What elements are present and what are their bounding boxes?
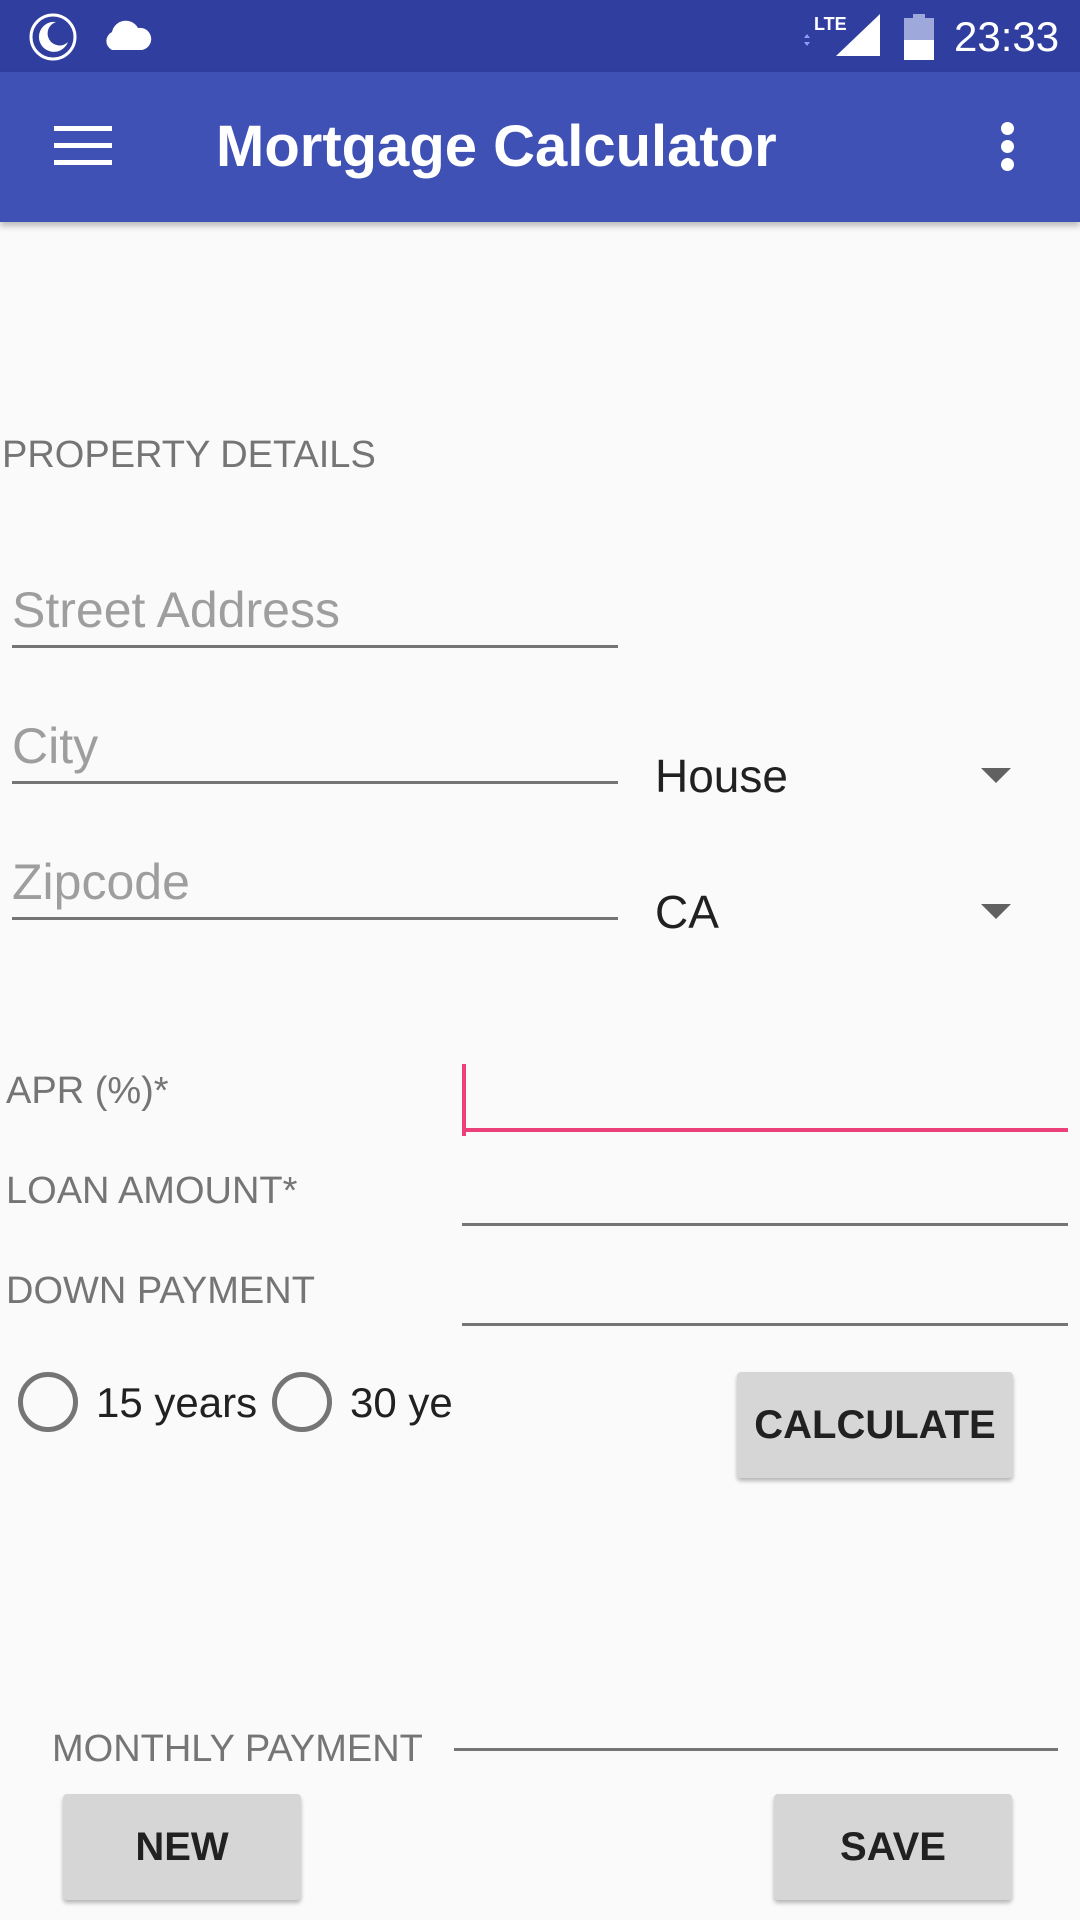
text-cursor (462, 1064, 466, 1136)
apr-input[interactable] (468, 1068, 1050, 1122)
radio-30-years-label: 30 ye (350, 1379, 453, 1426)
down-payment-input[interactable] (468, 1263, 1050, 1317)
more-vert-icon[interactable] (994, 116, 1022, 176)
apr-label: APR (%)* (6, 1070, 169, 1112)
street-address-field (12, 566, 618, 648)
radio-15-years[interactable]: 15 years (18, 1370, 258, 1434)
menu-icon[interactable] (54, 118, 112, 174)
loan-amount-label: LOAN AMOUNT* (6, 1170, 298, 1212)
new-button[interactable]: NEW (63, 1794, 301, 1900)
monthly-payment-label: MONTHLY PAYMENT (52, 1728, 423, 1770)
app-bar: Mortgage Calculator (0, 72, 1080, 222)
down-payment-field (462, 1256, 1068, 1326)
save-button[interactable]: SAVE (774, 1794, 1012, 1900)
city-input[interactable] (12, 717, 618, 775)
dropdown-arrow-icon (981, 768, 1011, 783)
radio-circle (18, 1372, 78, 1432)
loan-amount-field (462, 1156, 1068, 1226)
loan-amount-input[interactable] (468, 1163, 1050, 1217)
apr-field (462, 1060, 1068, 1136)
calculate-button[interactable]: CALCULATE (737, 1372, 1013, 1478)
monthly-payment-divider (454, 1748, 1058, 1751)
section-title-property-details: PROPERTY DETAILS (2, 434, 376, 476)
property-type-spinner[interactable]: House (655, 740, 1035, 810)
radio-circle (272, 1372, 332, 1432)
status-time: 23:33 (954, 13, 1060, 60)
down-payment-label: DOWN PAYMENT (6, 1270, 315, 1312)
zipcode-input[interactable] (12, 853, 618, 911)
battery-icon (904, 14, 934, 60)
city-field (12, 702, 618, 784)
svg-text:LTE: LTE (814, 14, 847, 34)
status-bar: LTE 23:33 (0, 0, 1080, 72)
page-title: Mortgage Calculator (216, 114, 777, 179)
cloud-icon (106, 20, 152, 50)
dropdown-arrow-icon (981, 904, 1011, 919)
moon-icon (29, 13, 77, 61)
zipcode-field (12, 838, 618, 920)
lte-signal-icon: LTE (804, 14, 880, 56)
state-value: CA (655, 886, 719, 938)
property-type-value: House (655, 750, 788, 802)
radio-30-years[interactable]: 30 ye (272, 1370, 453, 1434)
radio-15-years-label: 15 years (96, 1379, 258, 1426)
state-spinner[interactable]: CA (655, 876, 1035, 946)
street-address-input[interactable] (12, 581, 618, 639)
